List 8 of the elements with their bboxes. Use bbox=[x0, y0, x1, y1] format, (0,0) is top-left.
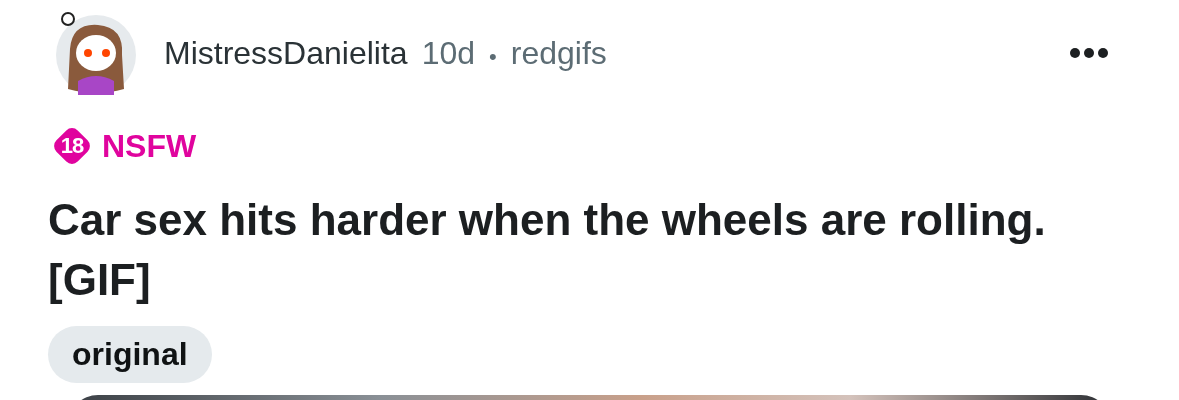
username[interactable]: MistressDanielita bbox=[164, 34, 408, 72]
more-options-icon[interactable] bbox=[1069, 47, 1109, 59]
post-age: 10d bbox=[421, 34, 475, 72]
nsfw-label: NSFW bbox=[102, 127, 197, 165]
post-flair[interactable]: original bbox=[48, 326, 212, 383]
source-domain[interactable]: redgifs bbox=[510, 34, 607, 72]
post-title[interactable]: Car sex hits harder when the wheels are rolling. [GIF] bbox=[48, 190, 1048, 310]
separator-dot: • bbox=[489, 43, 497, 70]
